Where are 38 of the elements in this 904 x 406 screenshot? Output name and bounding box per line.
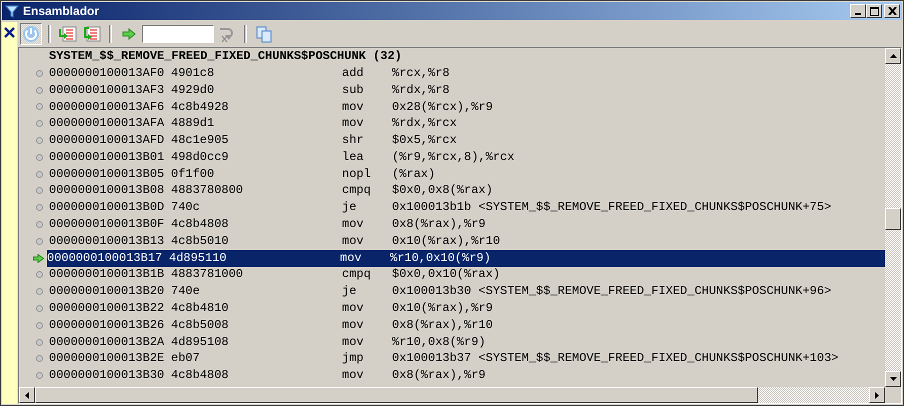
scroll-thumb[interactable] <box>885 208 901 230</box>
window-title: Ensamblador <box>23 4 100 18</box>
disassembly-line[interactable]: 0000000100013B30 4c8b4808 mov 0x8(%rax),%r9 <box>49 367 885 384</box>
scroll-right-icon[interactable] <box>875 392 879 398</box>
power-button[interactable] <box>20 23 42 45</box>
disassembly-line[interactable]: 0000000100013B2E eb07 jmp 0x100013b37 <SYSTEM_$$_REMOVE_FREED_FIXED_CHUNKS$POSCHUNK+103> <box>49 350 885 368</box>
disassembly-line[interactable]: 0000000100013AFA 4889d1 mov %rdx,%rcx <box>49 115 885 132</box>
disassembly-line[interactable]: 0000000100013AFD 48c1e905 shr $0x5,%rcx <box>49 132 885 150</box>
minimize-button[interactable] <box>850 4 866 18</box>
disassembly-line[interactable]: 0000000100013B1B 4883781000 cmpq $0x0,0x10(%rax) <box>49 266 885 284</box>
scroll-thumb[interactable] <box>35 387 758 403</box>
disassembly-line[interactable]: 0000000100013AF6 4c8b4928 mov 0x28(%rcx),%r9 <box>49 98 885 116</box>
disassembly-line[interactable]: 0000000100013B22 4c8b4810 mov 0x10(%rax),%r9 <box>49 300 885 318</box>
disassembly-line[interactable]: 0000000100013B20 740e je 0x100013b30 <SYSTEM_$$_REMOVE_FREED_FIXED_CHUNKS$POSCHUNK+96> <box>49 283 885 300</box>
funnel-icon <box>5 4 19 18</box>
disassembly-line[interactable]: 0000000100013B0D 740c je 0x100013b1b <SYSTEM_$$_REMOVE_FREED_FIXED_CHUNKS$POSCHUNK+75> <box>49 199 885 216</box>
disassembly-line[interactable]: 0000000100013B13 4c8b5010 mov 0x10(%rax),%r10 <box>49 232 885 250</box>
disassembly-line[interactable]: 0000000100013B05 0f1f00 nopl (%rax) <box>49 166 885 183</box>
maximize-button[interactable] <box>866 4 882 18</box>
scroll-left-icon[interactable] <box>25 392 29 398</box>
address-field[interactable] <box>142 25 214 43</box>
close-icon[interactable] <box>4 27 15 38</box>
scroll-down-icon[interactable] <box>890 377 896 381</box>
disassembly-line[interactable]: 0000000100013B01 498d0cc9 lea (%r9,%rcx,8),%rcx <box>49 148 885 166</box>
disassembly-line[interactable]: 0000000100013B08 4883780800 cmpq $0x0,0x8(%rax) <box>49 182 885 200</box>
arrow-right-icon <box>122 28 136 40</box>
disassembly-line[interactable]: 0000000100013B2A 4d895108 mov %r10,0x8(%r9) <box>49 334 885 351</box>
disassembly-line[interactable]: 0000000100013B0F 4c8b4808 mov 0x8(%rax),%r9 <box>49 216 885 234</box>
close-icon <box>888 7 896 15</box>
close-button[interactable] <box>884 4 900 18</box>
scroll-up-icon[interactable] <box>890 54 896 58</box>
disassembly-line[interactable]: 0000000100013AF3 4929d0 sub %rdx,%r8 <box>49 82 885 99</box>
maximize-icon <box>870 6 878 16</box>
vertical-scrollbar[interactable] <box>885 48 901 387</box>
function-header: SYSTEM_$$_REMOVE_FREED_FIXED_CHUNKS$POSCHUNK (32) <box>48 48 403 65</box>
horizontal-scrollbar[interactable] <box>19 387 885 403</box>
disassembly-line[interactable]: 0000000100013B26 4c8b5008 mov 0x8(%rax),%r10 <box>49 316 885 334</box>
disassembly-line[interactable]: 0000000100013AF0 4901c8 add %rcx,%r8 <box>49 64 885 82</box>
